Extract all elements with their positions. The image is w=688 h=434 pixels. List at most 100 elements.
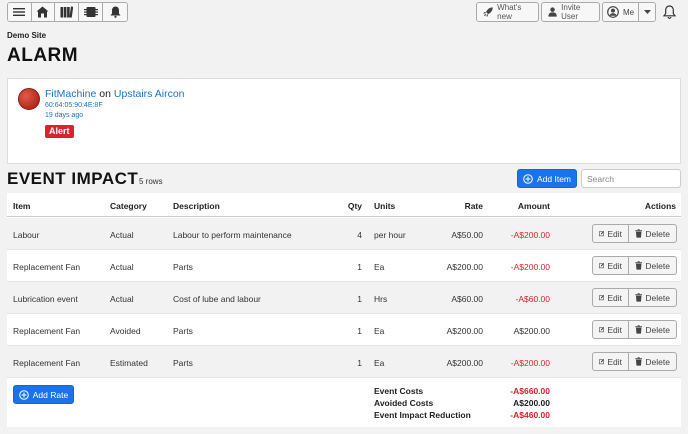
cell-description: Parts — [173, 358, 193, 368]
cell-units: Ea — [374, 262, 385, 272]
cell-category: Actual — [110, 230, 134, 240]
plus-circle-icon — [18, 389, 29, 400]
invite-user-label: Invite User — [561, 3, 581, 21]
cell-description: Cost of lube and labour — [173, 294, 261, 304]
cell-item: Replacement Fan — [13, 358, 81, 368]
delete-button[interactable]: Delete — [629, 225, 676, 242]
edit-label: Edit — [607, 324, 622, 335]
reduction-value: -A$460.00 — [510, 410, 550, 420]
edit-icon — [599, 263, 605, 269]
cell-description: Labour to perform maintenance — [173, 230, 292, 240]
delete-label: Delete — [645, 324, 670, 335]
cell-qty: 1 — [357, 262, 362, 272]
cell-rate: A$200.00 — [446, 358, 483, 368]
location-link[interactable]: Upstairs Aircon — [114, 88, 185, 100]
profile-button-group: Me — [602, 2, 656, 22]
edit-label: Edit — [607, 292, 622, 303]
bell-icon — [110, 6, 121, 18]
avoided-costs-label: Avoided Costs — [374, 398, 434, 408]
header-units[interactable]: Units — [374, 201, 395, 211]
edit-button[interactable]: Edit — [593, 225, 629, 242]
menu-button[interactable] — [8, 3, 32, 21]
cell-qty: 1 — [357, 358, 362, 368]
cell-category: Avoided — [110, 326, 141, 336]
header-qty[interactable]: Qty — [337, 201, 362, 211]
alert-badge: Alert — [45, 125, 74, 138]
cell-units: Hrs — [374, 294, 388, 304]
profile-dropdown-toggle[interactable] — [639, 3, 655, 21]
header-amount[interactable]: Amount — [500, 201, 550, 211]
library-button[interactable] — [55, 3, 79, 21]
avatar-icon — [607, 6, 619, 18]
add-rate-button[interactable]: Add Rate — [13, 385, 74, 404]
alarms-button[interactable] — [103, 3, 127, 21]
cell-category: Estimated — [110, 358, 148, 368]
edit-button[interactable]: Edit — [593, 257, 629, 274]
table-row: Labour Actual Labour to perform maintena… — [7, 218, 681, 250]
devices-button[interactable] — [78, 3, 104, 21]
edit-icon — [599, 295, 605, 301]
delete-button[interactable]: Delete — [629, 353, 676, 370]
cell-amount: -A$60.00 — [515, 294, 551, 304]
edit-button[interactable]: Edit — [593, 289, 629, 306]
cell-qty: 4 — [357, 230, 362, 240]
cell-item: Lubrication event — [13, 294, 78, 304]
cell-qty: 1 — [357, 294, 362, 304]
home-button[interactable] — [31, 3, 56, 21]
reduction-label: Event Impact Reduction — [374, 410, 471, 420]
cell-rate: A$60.00 — [451, 294, 483, 304]
alarm-heading: FitMachine on Upstairs Aircon — [45, 88, 185, 100]
fitmachine-avatar — [18, 88, 40, 110]
edit-button[interactable]: Edit — [593, 353, 629, 370]
books-icon — [60, 6, 74, 18]
mac-address[interactable]: 60:64:05:90:4E:8F — [45, 102, 103, 109]
table-row: Replacement Fan Estimated Parts 1 Ea A$2… — [7, 346, 681, 378]
search-input[interactable] — [581, 169, 681, 188]
delete-button[interactable]: Delete — [629, 257, 676, 274]
cell-units: Ea — [374, 326, 385, 336]
whats-new-button[interactable]: What's new — [476, 2, 539, 22]
event-costs-label: Event Costs — [374, 386, 424, 396]
header-category[interactable]: Category — [110, 201, 147, 211]
invite-user-button[interactable]: Invite User — [541, 2, 600, 22]
edit-label: Edit — [607, 356, 622, 367]
top-toolbar: What's new Invite User Me — [0, 0, 688, 26]
rocket-icon — [483, 7, 493, 17]
cell-units: per hour — [374, 230, 406, 240]
alarm-card: FitMachine on Upstairs Aircon 60:64:05:9… — [7, 78, 681, 164]
notifications-button[interactable] — [662, 5, 677, 24]
table-row: Replacement Fan Avoided Parts 1 Ea A$200… — [7, 314, 681, 346]
cell-description: Parts — [173, 262, 193, 272]
bell-outline-icon — [662, 5, 677, 19]
delete-button[interactable]: Delete — [629, 289, 676, 306]
header-item[interactable]: Item — [13, 201, 30, 211]
me-button[interactable]: Me — [603, 3, 640, 21]
edit-icon — [599, 327, 605, 333]
add-item-button[interactable]: Add Item — [517, 169, 577, 188]
cell-item: Replacement Fan — [13, 262, 81, 272]
fitmachine-link[interactable]: FitMachine — [45, 88, 96, 100]
row-actions: Edit Delete — [592, 352, 677, 371]
table-header: Item Category Description Qty Units Rate… — [7, 193, 681, 217]
trash-icon — [635, 357, 643, 366]
event-impact-table: Item Category Description Qty Units Rate… — [7, 193, 681, 427]
row-actions: Edit Delete — [592, 224, 677, 243]
cell-amount: A$200.00 — [513, 326, 550, 336]
cell-amount: -A$200.00 — [510, 230, 550, 240]
cell-units: Ea — [374, 358, 385, 368]
avoided-costs-value: A$200.00 — [513, 398, 550, 408]
header-description[interactable]: Description — [173, 201, 220, 211]
trash-icon — [635, 293, 643, 302]
delete-button[interactable]: Delete — [629, 321, 676, 338]
device-icon — [83, 7, 98, 17]
add-rate-label: Add Rate — [32, 389, 69, 400]
cell-rate: A$200.00 — [446, 262, 483, 272]
row-actions: Edit Delete — [592, 288, 677, 307]
cell-item: Labour — [13, 230, 40, 240]
table-row: Replacement Fan Actual Parts 1 Ea A$200.… — [7, 250, 681, 282]
hamburger-icon — [13, 8, 26, 16]
row-count: 5 rows — [139, 177, 163, 186]
edit-button[interactable]: Edit — [593, 321, 629, 338]
row-actions: Edit Delete — [592, 256, 677, 275]
header-rate[interactable]: Rate — [447, 201, 483, 211]
